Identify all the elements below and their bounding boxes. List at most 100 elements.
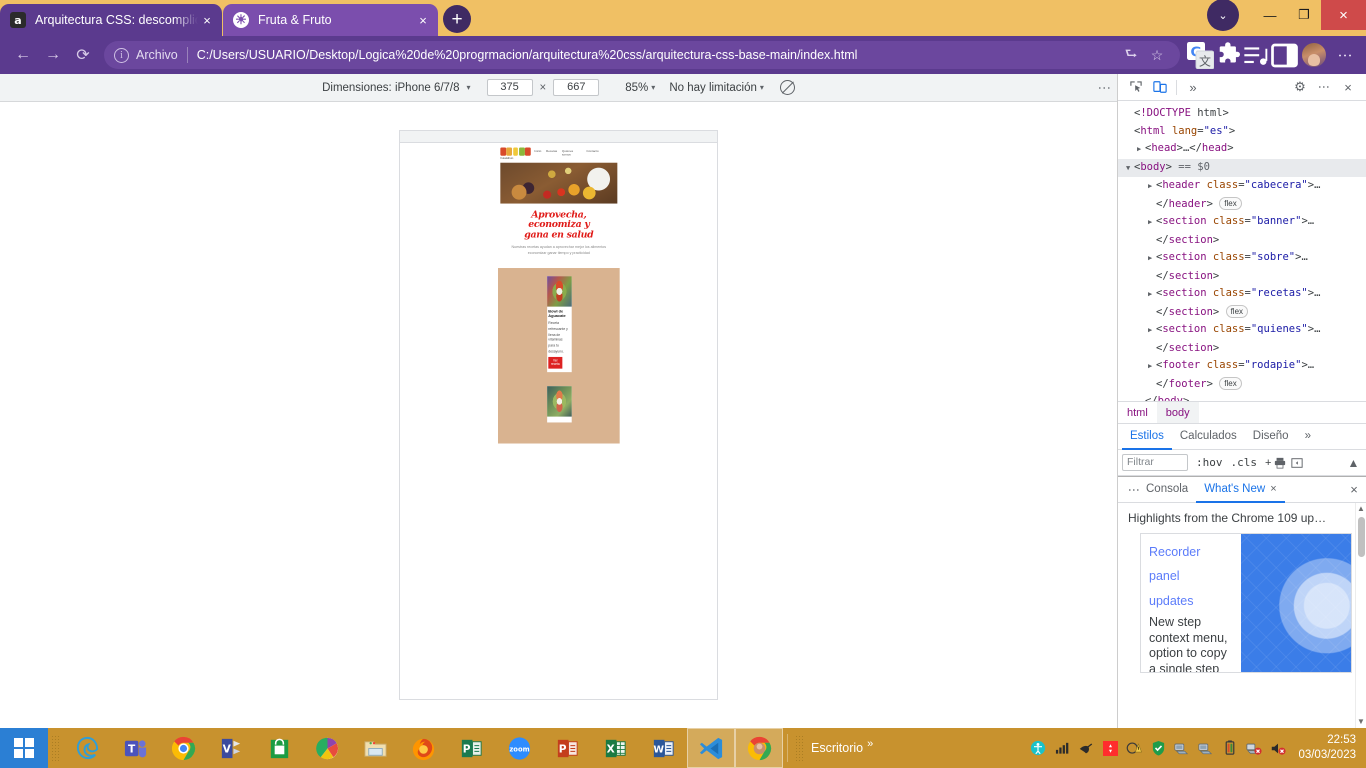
microsoft-store-icon[interactable]	[255, 728, 303, 768]
devtools-kebab-icon[interactable]: ⋮	[1312, 76, 1336, 98]
extensions-puzzle-icon[interactable]	[1214, 40, 1242, 70]
whats-new-card[interactable]: Recorder panel updates New step context …	[1140, 533, 1352, 673]
collapse-triangle-icon[interactable]: ▶	[1148, 286, 1156, 304]
maximize-button[interactable]: ❐	[1287, 0, 1321, 30]
chrome-active-icon[interactable]	[735, 728, 783, 768]
close-window-button[interactable]: ×	[1321, 0, 1366, 30]
dom-node-line[interactable]: ▶ <footer class="rodapie">…	[1118, 357, 1366, 376]
whats-new-link-recorder[interactable]: Recorder	[1149, 540, 1233, 564]
cls-toggle[interactable]: .cls	[1231, 456, 1258, 469]
tab-whats-new[interactable]: What's New ×	[1196, 477, 1285, 503]
taskbar-clock[interactable]: 22:53 03/03/2023	[1298, 733, 1360, 763]
tab-consola[interactable]: Consola	[1138, 477, 1196, 503]
dom-node-line[interactable]: </section> flex	[1118, 304, 1366, 322]
collapse-triangle-icon[interactable]: ▶	[1148, 178, 1156, 196]
collapse-triangle-icon[interactable]: ▶	[1137, 141, 1145, 159]
dom-tree[interactable]: <!DOCTYPE html> <html lang="es"> ▶ <head>…<…	[1118, 101, 1366, 401]
tab-close-icon[interactable]: ×	[1270, 483, 1276, 495]
desktop-overflow-icon[interactable]: »	[867, 738, 873, 750]
side-panel-icon[interactable]	[1270, 40, 1298, 70]
dom-node-line[interactable]: </section>	[1118, 340, 1366, 358]
teams-icon[interactable]: T	[111, 728, 159, 768]
receta-card[interactable]	[546, 386, 571, 424]
dom-node-line[interactable]: </header> flex	[1118, 196, 1366, 214]
page-info-icon[interactable]: i	[114, 47, 129, 63]
address-bar[interactable]: i Archivo C:/Users/USUARIO/Desktop/Logic…	[104, 41, 1180, 69]
firefox-icon[interactable]	[399, 728, 447, 768]
chrome-menu-icon[interactable]: ⋮	[1330, 40, 1358, 70]
dom-node-line[interactable]: ▶ <section class="recetas">…	[1118, 285, 1366, 304]
warning-icon[interactable]	[1123, 736, 1145, 760]
printer-tray-icon[interactable]	[1075, 736, 1097, 760]
desktop-toolbar-grip[interactable]	[795, 735, 804, 761]
file-explorer-icon[interactable]	[351, 728, 399, 768]
collapse-triangle-icon[interactable]: ▶	[1148, 250, 1156, 268]
dom-node-line[interactable]: ▶ <section class="quienes">…	[1118, 321, 1366, 340]
tab-diseno[interactable]: Diseño	[1245, 424, 1297, 450]
drawer-kebab-icon[interactable]: ⋮	[1118, 484, 1141, 496]
network-icon[interactable]	[1171, 736, 1193, 760]
whats-new-link-panel[interactable]: panel	[1149, 564, 1233, 588]
whats-new-link-updates[interactable]: updates	[1149, 589, 1233, 613]
collapse-triangle-icon[interactable]: ▶	[1148, 358, 1156, 376]
dom-node-line[interactable]: </section>	[1118, 232, 1366, 250]
desktop-toolbar-label[interactable]: Escritorio	[811, 741, 863, 755]
breadcrumb-html[interactable]: html	[1118, 402, 1157, 423]
dom-node-line[interactable]: ▶ <header class="cabecera">…	[1118, 177, 1366, 196]
battery-icon[interactable]	[1219, 736, 1241, 760]
tab-calculados[interactable]: Calculados	[1172, 424, 1245, 450]
edge-icon[interactable]	[63, 728, 111, 768]
zoom-dropdown[interactable]: 85% ▾	[625, 82, 655, 94]
signal-bars-icon[interactable]	[1051, 736, 1073, 760]
start-button[interactable]	[0, 728, 48, 768]
device-preset-dropdown[interactable]: Dimensiones: iPhone 6/7/8 ▾	[322, 82, 470, 94]
translate-icon[interactable]: G文	[1186, 40, 1214, 70]
media-playlist-icon[interactable]	[1242, 40, 1270, 70]
chrome-icon[interactable]	[159, 728, 207, 768]
breadcrumb-body[interactable]: body	[1156, 402, 1199, 423]
flex-badge[interactable]: flex	[1219, 196, 1242, 210]
flex-badge[interactable]: flex	[1219, 376, 1242, 390]
hov-toggle[interactable]: :hov	[1196, 456, 1223, 469]
dom-node-line[interactable]: </body>	[1118, 393, 1366, 401]
throttling-dropdown[interactable]: No hay limitación ▾	[669, 82, 764, 94]
flex-badge[interactable]: flex	[1225, 304, 1249, 318]
inspect-cursor-icon[interactable]	[1124, 76, 1148, 98]
tab-close-icon[interactable]: ×	[414, 11, 432, 29]
tab-search-chevron-icon[interactable]: ⌄	[1207, 0, 1239, 31]
vscode-icon[interactable]	[687, 728, 735, 768]
volume-mute-icon[interactable]	[1267, 736, 1289, 760]
dom-node-line[interactable]: <!DOCTYPE html>	[1118, 105, 1366, 123]
picasa-icon[interactable]	[303, 728, 351, 768]
styles-scroll-up-icon[interactable]: ▲	[1345, 454, 1362, 471]
dom-node-line[interactable]: ▶ <section class="sobre">…	[1118, 249, 1366, 268]
dom-node-line[interactable]: ▶ <head>…</head>	[1118, 140, 1366, 159]
zoom-icon[interactable]: zoom	[495, 728, 543, 768]
word-icon[interactable]: W	[639, 728, 687, 768]
bookmark-star-icon[interactable]: ☆	[1144, 42, 1170, 68]
print-media-icon[interactable]	[1271, 454, 1288, 471]
network-alt-icon[interactable]	[1195, 736, 1217, 760]
visual-studio-icon[interactable]: V	[207, 728, 255, 768]
collapse-triangle-icon[interactable]: ▶	[1148, 214, 1156, 232]
new-tab-button[interactable]: +	[443, 5, 471, 33]
powerpoint-icon[interactable]: P	[543, 728, 591, 768]
devtools-close-icon[interactable]: ×	[1336, 76, 1360, 98]
devtools-overflow-icon[interactable]: »	[1181, 76, 1205, 98]
filter-input[interactable]: Filtrar	[1122, 454, 1188, 471]
receta-card[interactable]: Bowl de Aguacate Receta refrescante y ll…	[546, 275, 571, 373]
drawer-close-icon[interactable]: ×	[1342, 482, 1366, 497]
profile-avatar[interactable]	[1302, 43, 1326, 67]
minimize-button[interactable]: —	[1253, 0, 1287, 30]
gear-icon[interactable]: ⚙	[1288, 76, 1312, 98]
expand-triangle-icon[interactable]: ▼	[1126, 160, 1134, 178]
forward-icon[interactable]: →	[38, 40, 68, 70]
nav-item-recetas[interactable]: Recetas	[546, 149, 557, 157]
nav-item-quienes-somos[interactable]: Quiénes somos	[562, 149, 582, 157]
viewport-width-input[interactable]: 375	[486, 79, 533, 96]
dom-node-line[interactable]: <html lang="es">	[1118, 123, 1366, 141]
shield-icon[interactable]	[1147, 736, 1169, 760]
back-icon[interactable]: ←	[8, 40, 38, 70]
taskbar-grip[interactable]	[51, 735, 60, 761]
tab-close-icon[interactable]: ×	[198, 11, 216, 29]
